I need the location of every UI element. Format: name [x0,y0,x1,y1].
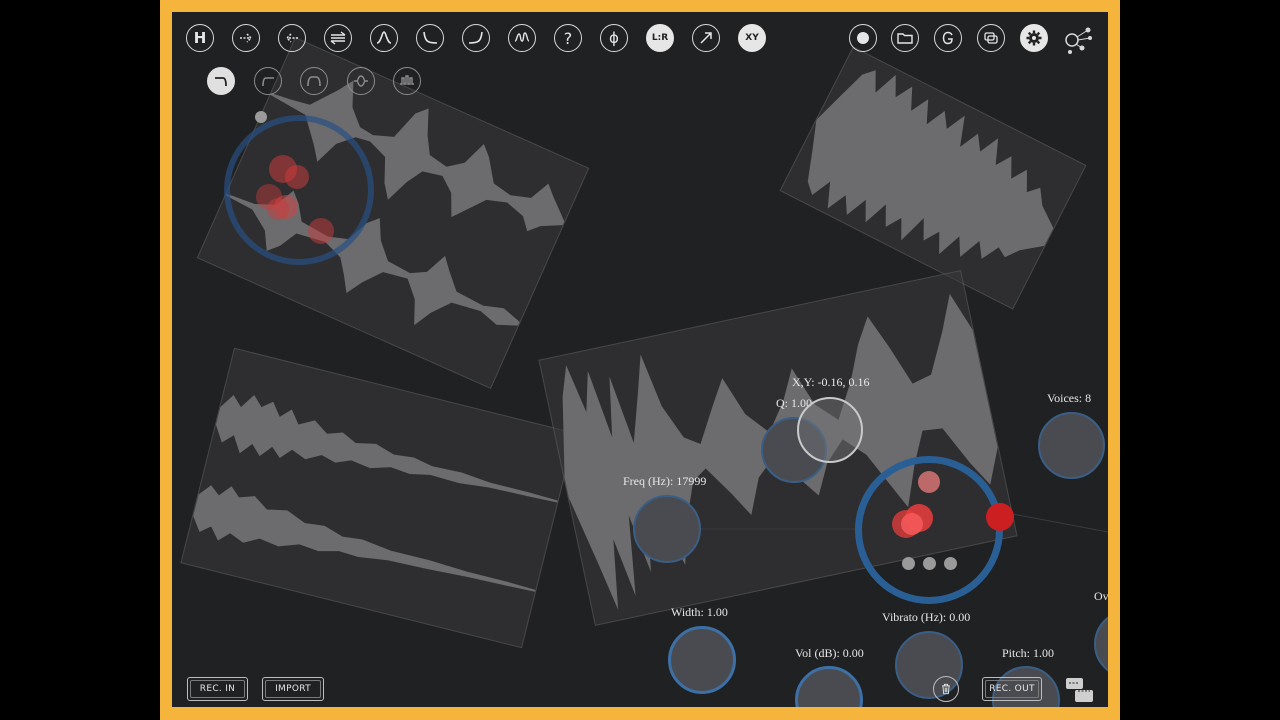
bidirectional-button[interactable] [324,24,352,52]
grain [285,165,309,189]
trash-button[interactable] [933,676,959,702]
folder-icon [897,33,913,44]
swap-arrows-icon [330,31,346,45]
small-handle-dot[interactable] [255,111,267,123]
width-knob[interactable] [668,626,736,694]
gear-icon [1026,30,1042,46]
overflow-knob[interactable] [1094,610,1108,678]
trash-icon [942,683,950,695]
arrow-diagonal-icon [700,32,712,44]
notch-filter-button[interactable] [347,67,375,95]
phi-icon: ϕ [609,29,619,47]
dot-icon [944,557,957,570]
more-options-dots[interactable] [902,557,960,571]
layers-button[interactable] [977,24,1005,52]
network-button[interactable] [1062,22,1096,56]
reverse-button[interactable] [278,24,306,52]
forward-button[interactable] [232,24,260,52]
comb-filter-button[interactable] [393,67,421,95]
xy-readout: X,Y: -0.16, 0.16 [792,375,870,389]
lowpass-curve-icon [215,77,227,87]
lowshelf-curve-icon [423,31,438,44]
app-canvas[interactable]: H ? ϕ L:R XY X,Y: -0.16, 0.16 Q: 1.00 Vo… [172,12,1108,707]
grain-g-icon [942,31,953,45]
folder-button[interactable] [891,24,919,52]
record-button[interactable] [849,24,877,52]
width-label: Width: 1.00 [671,605,728,619]
highshelf-curve-icon [468,31,483,44]
formant-button[interactable] [508,24,536,52]
sample-waveform-2[interactable] [779,46,1087,310]
settings-button[interactable] [1020,24,1048,52]
highpass-curve-icon [262,77,274,87]
vol-knob[interactable] [795,666,863,707]
notch-curve-icon [354,75,368,87]
sample-waveform-3[interactable] [180,347,576,649]
voices-knob[interactable] [1038,412,1105,479]
lowpass-filter-button[interactable] [207,67,235,95]
sequencer-button[interactable] [1065,676,1095,704]
pitch-label: Pitch: 1.00 [1002,646,1055,660]
phase-button[interactable]: ϕ [600,24,628,52]
import-button[interactable]: IMPORT [262,677,324,701]
formant-wave-icon [514,32,530,42]
layers-icon [984,32,998,44]
question-icon: ? [563,28,573,48]
grain [308,218,334,244]
highshelf-button[interactable] [462,24,490,52]
bandpass-curve-icon [307,76,321,87]
grain [918,471,940,493]
random-button[interactable]: ? [554,24,582,52]
dot-icon [902,557,915,570]
stereo-lr-icon: L:R [651,33,669,43]
record-dot-icon [857,32,869,44]
grain [986,503,1014,531]
help-icon: H [193,29,207,47]
grain [267,198,289,220]
window-frame: H ? ϕ L:R XY X,Y: -0.16, 0.16 Q: 1.00 Vo… [160,0,1120,720]
direction-button[interactable] [692,24,720,52]
dot-icon [923,557,936,570]
xy-button[interactable]: XY [738,24,766,52]
sequencer-icon [1066,678,1093,702]
overflow-label: Ov [1094,589,1108,603]
highpass-filter-button[interactable] [254,67,282,95]
voices-label: Voices: 8 [1047,391,1092,405]
grain-cloud-ring-1[interactable] [224,115,374,265]
freq-knob[interactable] [633,495,701,563]
freq-label: Freq (Hz): 17999 [623,474,707,488]
help-button[interactable]: H [186,24,214,52]
bandpass-filter-button[interactable] [370,24,398,52]
xy-knob[interactable] [797,397,863,463]
xy-icon: XY [745,33,759,43]
network-nodes-icon [1065,27,1092,54]
lowshelf-button[interactable] [416,24,444,52]
peak-curve-icon [376,31,392,44]
vol-label: Vol (dB): 0.00 [795,646,864,660]
comb-curve-icon [400,75,414,85]
grain-mode-button[interactable] [934,24,962,52]
arrow-right-icon [240,33,253,43]
vibrato-label: Vibrato (Hz): 0.00 [882,610,971,624]
grain [901,513,923,535]
rec-in-button[interactable]: REC. IN [187,677,248,701]
rec-out-button[interactable]: REC. OUT [982,677,1042,701]
arrow-left-icon [285,33,298,43]
stereo-button[interactable]: L:R [646,24,674,52]
bandpass-shape-button[interactable] [300,67,328,95]
